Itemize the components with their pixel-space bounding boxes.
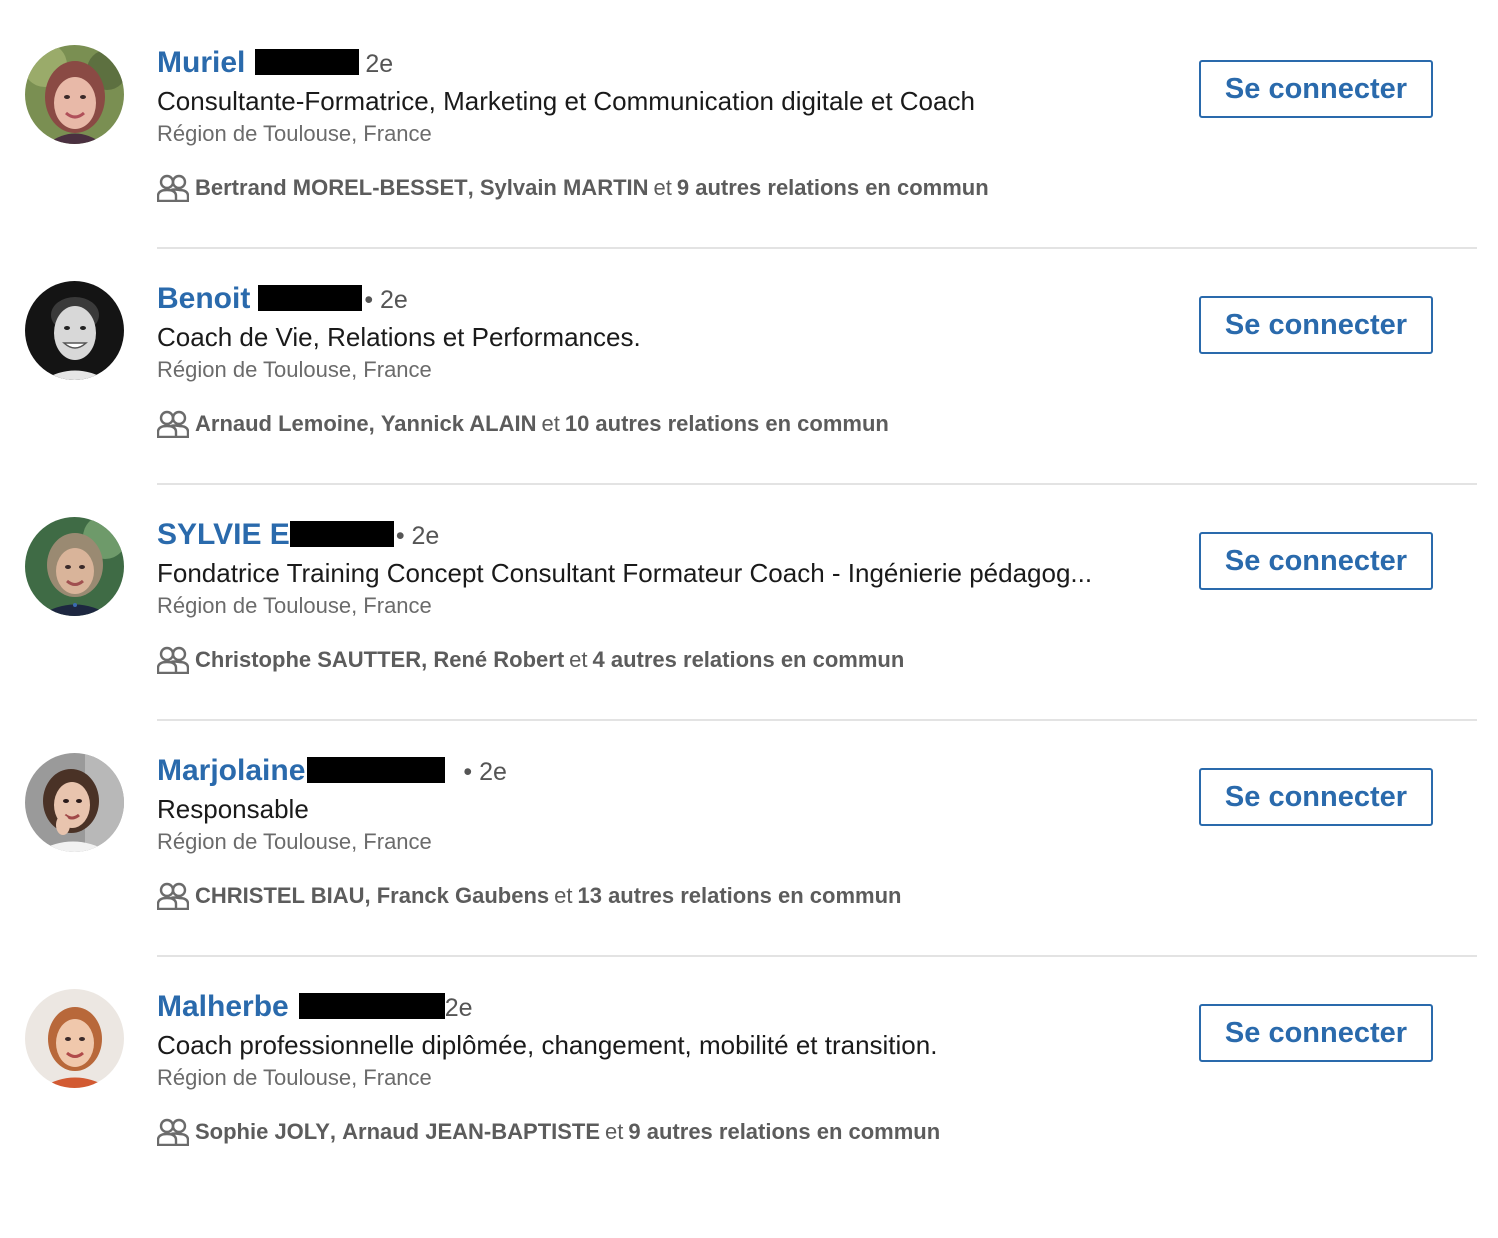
avatar-photo: [25, 45, 124, 144]
shared-connection-name[interactable]: Bertrand MOREL-BESSET: [195, 175, 468, 201]
name-line: SYLVIE E • 2e: [157, 518, 439, 554]
people-icon: [157, 646, 189, 674]
shared-connection-name[interactable]: René Robert: [433, 647, 564, 673]
shared-connection-name[interactable]: Arnaud Lemoine: [195, 411, 369, 437]
profile-headline: Fondatrice Training Concept Consultant F…: [157, 558, 1093, 588]
profile-location: Région de Toulouse, France: [157, 593, 432, 618]
shared-connections[interactable]: Sophie JOLY, Arnaud JEAN-BAPTISTE et 9 a…: [157, 1116, 940, 1148]
name-line: Marjolaine • 2e: [157, 754, 507, 790]
shared-count[interactable]: 9 autres relations en commun: [628, 1119, 940, 1145]
search-result-item: Marjolaine • 2e Responsable Région de To…: [0, 708, 1498, 957]
connect-button[interactable]: Se connecter: [1199, 532, 1433, 590]
profile-headline: Coach professionnelle diplômée, changeme…: [157, 1030, 938, 1060]
profile-name-link[interactable]: Marjolaine: [157, 754, 305, 788]
profile-name-link[interactable]: SYLVIE E: [157, 518, 290, 552]
avatar-photo: [25, 281, 124, 380]
shared-count[interactable]: 4 autres relations en commun: [593, 647, 905, 673]
people-icon: [157, 882, 189, 910]
redaction-bar: [307, 757, 446, 783]
shared-connections[interactable]: Bertrand MOREL-BESSET, Sylvain MARTIN et…: [157, 172, 989, 204]
connection-degree: • 2e: [364, 286, 408, 314]
shared-connections[interactable]: CHRISTEL BIAU, Franck Gaubens et 13 autr…: [157, 880, 901, 912]
shared-connection-name[interactable]: Arnaud JEAN-BAPTISTE: [342, 1119, 600, 1145]
avatar[interactable]: [25, 517, 124, 616]
shared-connector: et: [653, 175, 672, 200]
shared-connection-name[interactable]: Yannick ALAIN: [381, 411, 537, 437]
profile-location: Région de Toulouse, France: [157, 121, 432, 146]
profile-name-link[interactable]: Muriel: [157, 46, 245, 80]
redaction-bar: [255, 49, 360, 75]
search-result-item: Malherbe 2e Coach professionnelle diplôm…: [0, 944, 1498, 1180]
redaction-bar: [298, 993, 445, 1019]
shared-connector: et: [605, 1119, 624, 1144]
avatar-photo: [25, 989, 124, 1088]
shared-count[interactable]: 10 autres relations en commun: [565, 411, 889, 437]
redaction-bar: [289, 521, 394, 547]
avatar[interactable]: [25, 281, 124, 380]
shared-count[interactable]: 13 autres relations en commun: [577, 883, 901, 909]
shared-count[interactable]: 9 autres relations en commun: [677, 175, 989, 201]
connection-degree: 2e: [365, 50, 394, 78]
avatar-photo: [25, 753, 124, 852]
profile-location: Région de Toulouse, France: [157, 357, 432, 382]
profile-headline: Coach de Vie, Relations et Performances.: [157, 322, 641, 352]
shared-connector: et: [541, 411, 560, 436]
name-line: Malherbe 2e: [157, 990, 473, 1026]
avatar[interactable]: [25, 989, 124, 1088]
search-result-item: SYLVIE E • 2e Fondatrice Training Concep…: [0, 472, 1498, 721]
avatar[interactable]: [25, 753, 124, 852]
shared-connection-name[interactable]: Franck Gaubens: [377, 883, 549, 909]
connect-button[interactable]: Se connecter: [1199, 1004, 1433, 1062]
shared-connection-name[interactable]: Sylvain MARTIN: [480, 175, 649, 201]
profile-location: Région de Toulouse, France: [157, 829, 432, 854]
connection-degree: 2e: [444, 994, 473, 1022]
shared-connector: et: [554, 883, 573, 908]
redaction-bar: [258, 285, 363, 311]
avatar[interactable]: [25, 45, 124, 144]
profile-name-link[interactable]: Malherbe: [157, 990, 289, 1024]
shared-connection-name[interactable]: CHRISTEL BIAU: [195, 883, 365, 909]
shared-connections[interactable]: Arnaud Lemoine, Yannick ALAIN et 10 autr…: [157, 408, 889, 440]
profile-headline: Responsable: [157, 794, 309, 824]
connect-button[interactable]: Se connecter: [1199, 60, 1433, 118]
profile-name-link[interactable]: Benoit: [157, 282, 250, 316]
search-result-item: Benoit • 2e Coach de Vie, Relations et P…: [0, 236, 1498, 485]
avatar-photo: [25, 517, 124, 616]
shared-connections[interactable]: Christophe SAUTTER, René Robert et 4 aut…: [157, 644, 904, 676]
name-line: Benoit • 2e: [157, 282, 408, 318]
shared-connection-name[interactable]: Christophe SAUTTER: [195, 647, 421, 673]
profile-location: Région de Toulouse, France: [157, 1065, 432, 1090]
shared-connection-name[interactable]: Sophie JOLY: [195, 1119, 330, 1145]
connection-degree: • 2e: [463, 758, 507, 786]
connection-degree: • 2e: [395, 522, 440, 550]
people-icon: [157, 174, 189, 202]
connect-button[interactable]: Se connecter: [1199, 296, 1433, 354]
shared-connector: et: [569, 647, 588, 672]
connect-button[interactable]: Se connecter: [1199, 768, 1433, 826]
search-result-item: Muriel 2e Consultante-Formatrice, Market…: [0, 0, 1498, 249]
name-line: Muriel 2e: [157, 46, 393, 82]
people-icon: [157, 1118, 189, 1146]
profile-headline: Consultante-Formatrice, Marketing et Com…: [157, 86, 975, 116]
people-icon: [157, 410, 189, 438]
